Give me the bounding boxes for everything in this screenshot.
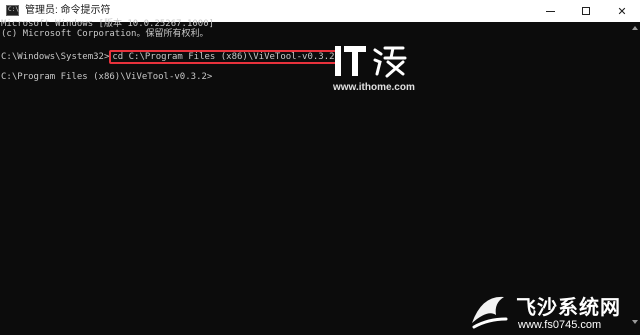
ithome-watermark: www.ithome.com — [333, 44, 415, 93]
cmd-icon-glyph: C:\ — [8, 6, 19, 13]
console-prompt: C:\Windows\System32> — [1, 52, 110, 62]
ithome-logo-icon — [335, 46, 407, 78]
site-url: www.fs0745.com — [518, 319, 602, 331]
cmd-app-icon[interactable]: C:\ — [6, 5, 19, 16]
site-watermark: 飞沙系统网 www.fs0745.com — [466, 289, 636, 335]
scroll-up-arrow-icon[interactable] — [632, 26, 638, 30]
site-logo-icon — [472, 296, 508, 329]
console-line: (c) Microsoft Corporation。保留所有权利。 — [1, 29, 209, 39]
command-line: C:\Windows\System32> cd C:\Program Files … — [1, 50, 338, 64]
highlighted-command: cd C:\Program Files (x86)\ViVeTool-v0.3.… — [109, 50, 338, 64]
ithome-url: www.ithome.com — [333, 82, 415, 93]
site-name: 飞沙系统网 — [516, 297, 621, 319]
close-icon: ✕ — [617, 5, 627, 18]
minimize-icon — [545, 10, 555, 12]
maximize-button[interactable] — [568, 0, 604, 22]
window-title: 管理员: 命令提示符 — [25, 5, 111, 16]
close-button[interactable]: ✕ — [604, 0, 640, 22]
maximize-icon — [582, 7, 590, 15]
console-line: C:\Program Files (x86)\ViVeTool-v0.3.2> — [1, 72, 213, 82]
minimize-button[interactable] — [532, 0, 568, 22]
